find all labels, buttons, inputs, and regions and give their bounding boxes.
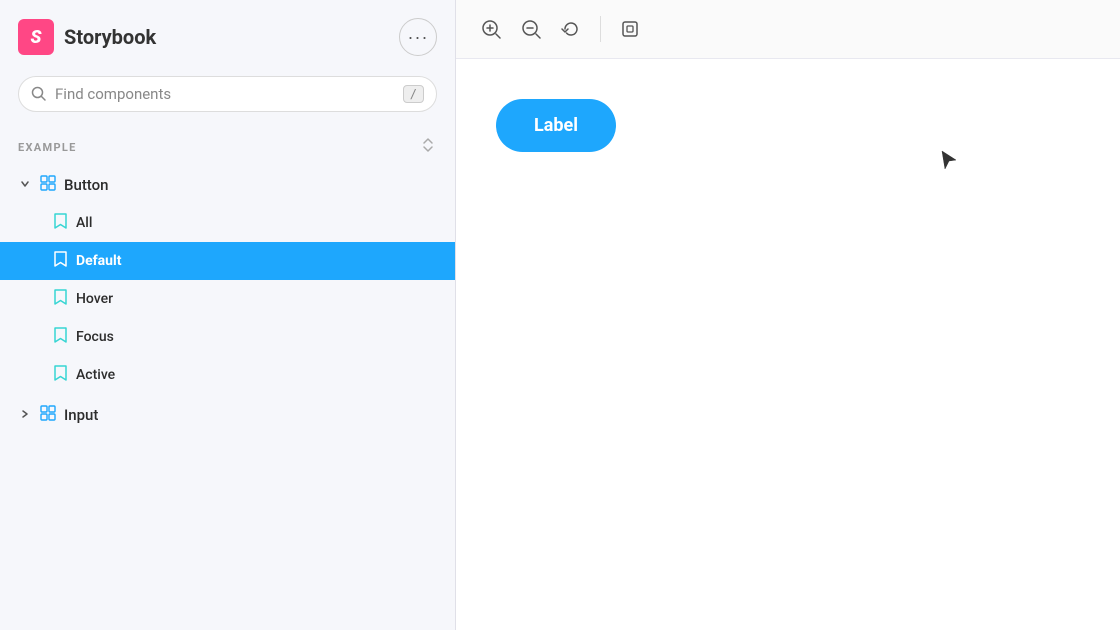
bookmark-icon [52,327,68,347]
sidebar: S Storybook ··· Find components / EXAMPL… [0,0,456,630]
cursor-icon [940,149,960,173]
sidebar-header: S Storybook ··· [0,0,455,70]
zoom-in-button[interactable] [474,12,508,46]
bookmark-icon [52,251,68,271]
button-component-item[interactable]: Button [0,166,455,204]
component-grid-icon [40,175,56,195]
component-grid-icon [40,405,56,425]
section-label: EXAMPLE [18,141,77,154]
zoom-out-button[interactable] [514,12,548,46]
story-active[interactable]: Active [0,356,455,394]
app-title: Storybook [64,25,156,49]
story-all-label: All [76,215,92,231]
main-content: Label [456,0,1120,630]
story-default-label: Default [76,253,121,269]
story-focus[interactable]: Focus [0,318,455,356]
canvas-area: Label [456,59,1120,630]
story-all[interactable]: All [0,204,455,242]
story-focus-label: Focus [76,329,114,345]
section-header: EXAMPLE [0,126,455,166]
search-icon [31,86,47,102]
story-default[interactable]: Default [0,242,455,280]
storybook-logo-icon: S [18,19,54,55]
button-component-label: Button [64,176,109,194]
preview-button[interactable]: Label [496,99,616,152]
bookmark-icon [52,289,68,309]
story-active-label: Active [76,367,115,383]
story-hover-label: Hover [76,291,113,307]
search-shortcut: / [403,85,424,103]
bookmark-icon [52,365,68,385]
search-box[interactable]: Find components / [18,76,437,112]
search-area: Find components / [0,70,455,126]
input-component-item[interactable]: Input [0,396,455,434]
story-hover[interactable]: Hover [0,280,455,318]
chevron-right-icon [18,409,32,422]
bookmark-icon [52,213,68,233]
input-component-label: Input [64,406,98,424]
zoom-reset-button[interactable] [554,12,588,46]
chevron-down-icon [18,179,32,192]
more-options-button[interactable]: ··· [399,18,437,56]
canvas-toolbar [456,0,1120,59]
component-tree: Button All Default [0,166,455,630]
sort-icon[interactable] [419,136,437,158]
logo-area: S Storybook [18,19,156,55]
button-group: Button All Default [0,166,455,394]
toolbar-divider [600,16,601,42]
frame-button[interactable] [613,12,647,46]
input-group: Input [0,396,455,434]
search-placeholder: Find components [55,85,395,103]
